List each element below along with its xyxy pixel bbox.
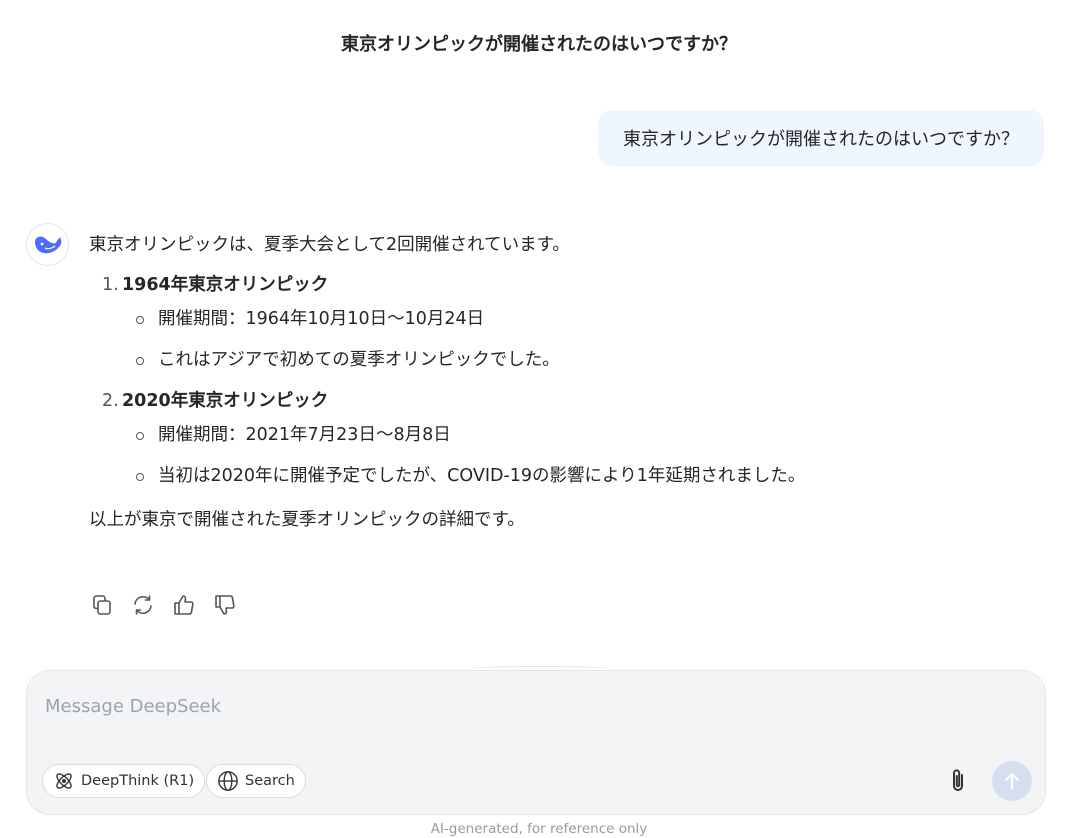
page-title: 東京オリンピックが開催されたのはいつですか？: [341, 34, 737, 55]
circle-bullet: [136, 357, 144, 365]
deepthink-toggle[interactable]: DeepThink (R1): [42, 764, 206, 798]
sub-list: 開催期間：1964年10月10日～10月24日 これはアジアで初めての夏季オリン…: [122, 305, 1039, 374]
deepthink-label: DeepThink (R1): [81, 773, 195, 789]
atom-icon: [56, 773, 72, 789]
search-label: Search: [245, 773, 295, 789]
assistant-answer: 東京オリンピックは、夏季大会として2回開催されています。 1. 1964年東京オ…: [89, 231, 1039, 534]
sub-list-text: 当初は2020年に開催予定でしたが、COVID-19の影響により1年延期されまし…: [158, 466, 806, 486]
circle-bullet: [136, 473, 144, 481]
sub-list-item: 当初は2020年に開催予定でしたが、COVID-19の影響により1年延期されまし…: [122, 462, 1039, 490]
answer-outro: 以上が東京で開催された夏季オリンピックの詳細です。: [89, 510, 525, 530]
answer-intro: 東京オリンピックは、夏季大会として2回開催されています。: [89, 235, 570, 255]
message-actions: [89, 592, 237, 617]
send-button[interactable]: [992, 761, 1032, 801]
list-heading: 2020年東京オリンピック: [122, 391, 329, 411]
list-item: 1. 1964年東京オリンピック 開催期間：1964年10月10日～10月24日…: [89, 271, 1039, 374]
attach-button[interactable]: [943, 766, 973, 796]
disclaimer: AI-generated, for reference only: [430, 821, 648, 837]
sub-list-item: 開催期間：1964年10月10日～10月24日: [122, 305, 1039, 333]
regenerate-button[interactable]: [130, 592, 155, 617]
deepseek-whale-icon: [34, 236, 61, 253]
sub-list-text: 開催期間：2021年7月23日～8月8日: [158, 425, 451, 445]
arrow-up-icon: [1004, 772, 1020, 790]
search-toggle[interactable]: Search: [206, 764, 306, 798]
thumbs-down-icon: [214, 594, 235, 615]
paperclip-icon: [953, 769, 963, 791]
sub-list: 開催期間：2021年7月23日～8月8日 当初は2020年に開催予定でしたが、C…: [122, 421, 1039, 490]
user-message-bubble: 東京オリンピックが開催されたのはいつですか？: [598, 110, 1044, 166]
globe-icon: [218, 771, 238, 791]
sub-list-item: 開催期間：2021年7月23日～8月8日: [122, 421, 1039, 449]
list-item: 2. 2020年東京オリンピック 開催期間：2021年7月23日～8月8日 当初…: [89, 387, 1039, 490]
message-composer: DeepThink (R1) Search: [26, 670, 1046, 815]
sub-list-item: これはアジアで初めての夏季オリンピックでした。: [122, 346, 1039, 374]
copy-button[interactable]: [89, 592, 114, 617]
assistant-avatar: [26, 223, 69, 266]
regenerate-icon: [133, 594, 152, 615]
like-button[interactable]: [171, 592, 196, 617]
answer-list: 1. 1964年東京オリンピック 開催期間：1964年10月10日～10月24日…: [89, 271, 1039, 490]
circle-bullet: [136, 432, 144, 440]
sub-list-text: これはアジアで初めての夏季オリンピックでした。: [158, 350, 560, 370]
list-number: 2.: [102, 391, 119, 411]
dislike-button[interactable]: [212, 592, 237, 617]
copy-icon: [92, 594, 111, 615]
list-heading: 1964年東京オリンピック: [122, 275, 329, 295]
sub-list-text: 開催期間：1964年10月10日～10月24日: [158, 309, 485, 329]
message-input[interactable]: [45, 691, 945, 721]
circle-bullet: [136, 316, 144, 324]
thumbs-up-icon: [173, 594, 194, 615]
list-number: 1.: [102, 275, 119, 295]
